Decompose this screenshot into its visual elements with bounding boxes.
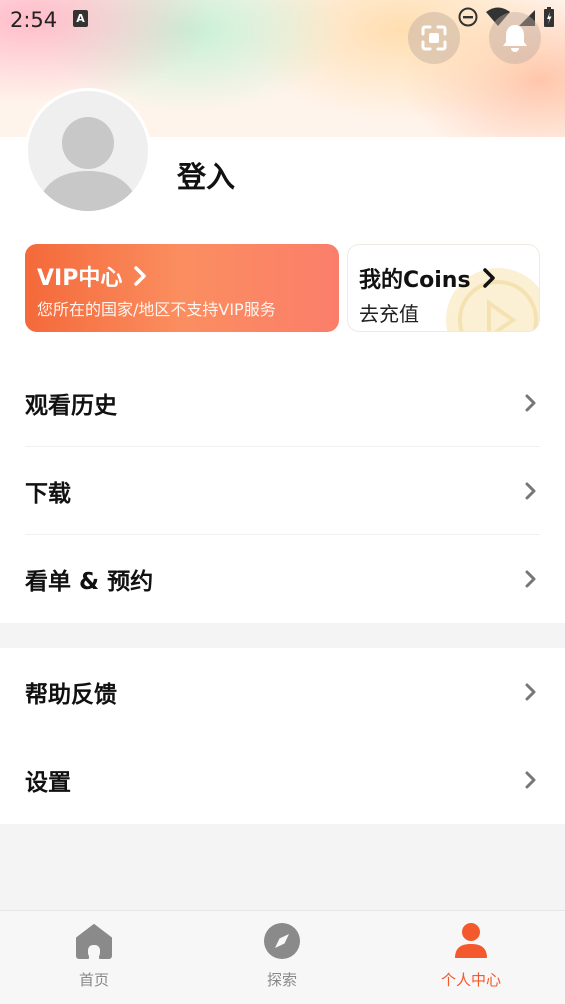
chevron-right-icon [525, 394, 536, 412]
chevron-right-icon [525, 771, 536, 789]
menu-item-label: 看单 & 预约 [25, 569, 154, 595]
status-bar: 2:54 A [0, 0, 565, 40]
menu-item-watch-history[interactable]: 观看历史 [25, 359, 540, 447]
menu-item-label: 帮助反馈 [25, 682, 117, 708]
menu-item-watchlist-reservations[interactable]: 看单 & 预约 [25, 535, 540, 623]
coins-title: 我的Coins [359, 268, 471, 293]
nav-tab-home[interactable]: 首页 [0, 911, 188, 1004]
coins-title-row: 我的Coins [359, 262, 499, 294]
battery-icon [544, 7, 554, 27]
menu-item-settings[interactable]: 设置 [25, 736, 540, 824]
menu-item-label: 设置 [25, 770, 71, 796]
notification-a-icon: A [73, 10, 88, 27]
coins-card[interactable]: 我的Coins 去充值 [347, 244, 540, 332]
chevron-right-icon [525, 683, 536, 701]
do-not-disturb-icon [458, 7, 478, 27]
coins-recharge-label: 去充值 [359, 302, 419, 326]
nav-tab-label: 个人中心 [440, 971, 501, 989]
status-time: 2:54 [10, 8, 58, 32]
vip-center-card[interactable]: VIP中心 您所在的国家/地区不支持VIP服务 [25, 244, 339, 332]
menu-item-help-feedback[interactable]: 帮助反馈 [25, 648, 540, 736]
login-button[interactable]: 登入 [177, 154, 235, 196]
nav-tab-label: 首页 [78, 971, 109, 989]
bottom-navigation: 首页 探索 个人中心 [0, 910, 565, 1004]
vip-subtitle: 您所在的国家/地区不支持VIP服务 [37, 300, 276, 319]
default-avatar-icon [36, 117, 140, 211]
vip-title: VIP中心 [37, 266, 123, 291]
bell-icon [503, 25, 527, 52]
avatar[interactable] [25, 88, 151, 214]
scan-icon [421, 25, 447, 51]
nav-tab-label: 探索 [266, 971, 297, 989]
scan-button[interactable] [408, 12, 460, 64]
notification-button[interactable] [489, 12, 541, 64]
chevron-right-icon [525, 482, 536, 500]
compass-icon [264, 923, 300, 959]
chevron-right-icon [134, 266, 147, 286]
person-icon [455, 923, 487, 958]
vip-title-row: VIP中心 [37, 260, 150, 292]
menu-item-downloads[interactable]: 下载 [25, 447, 540, 535]
menu-item-label: 下载 [25, 481, 71, 507]
chevron-right-icon [525, 570, 536, 588]
home-icon [76, 924, 112, 959]
nav-tab-profile[interactable]: 个人中心 [377, 911, 565, 1004]
nav-tab-explore[interactable]: 探索 [188, 911, 376, 1004]
chevron-right-icon [482, 268, 495, 288]
menu-item-label: 观看历史 [25, 393, 117, 419]
